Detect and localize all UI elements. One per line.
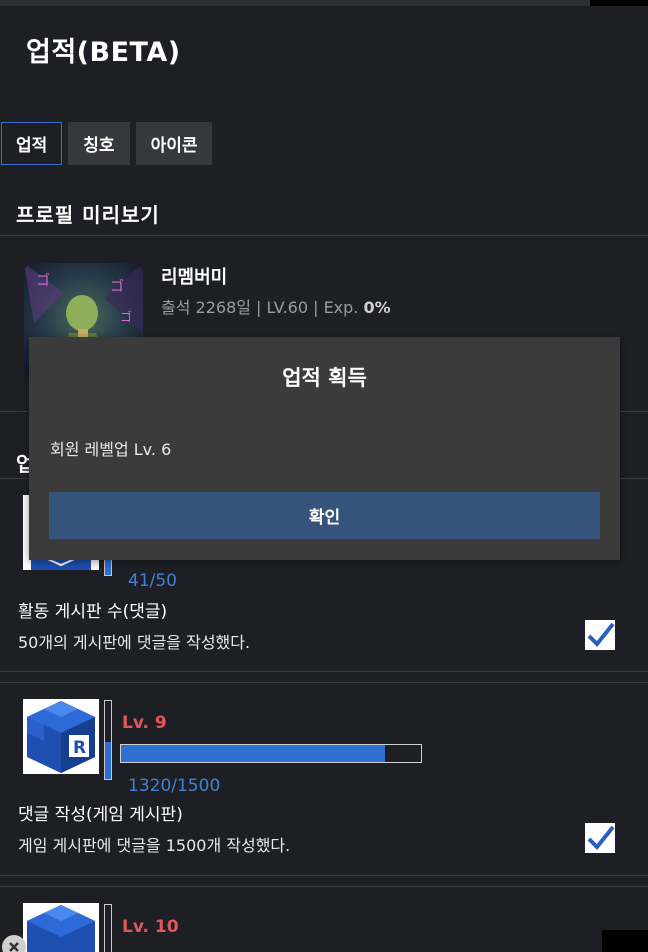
profile-attendance: 출석 2268일 | LV.60 | Exp. (161, 298, 359, 317)
tab-titles[interactable]: 칭호 (68, 122, 130, 165)
profile-stats: 출석 2268일 | LV.60 | Exp. 0% (161, 294, 391, 318)
tab-icons[interactable]: 아이콘 (135, 122, 213, 165)
top-edge-block (590, 0, 648, 6)
svg-text:ゴ: ゴ (120, 309, 132, 324)
achievement-badge-icon: R (23, 699, 99, 774)
svg-text:ゴ: ゴ (36, 272, 50, 289)
achievement-item: Lv. 10 (0, 886, 648, 952)
divider (0, 875, 648, 876)
achievement-progress-fill (121, 745, 385, 762)
achievement-name: 활동 게시판 수(댓글) (18, 602, 168, 622)
achievement-progress-text: 1320/1500 (128, 776, 221, 796)
tab-bar: 업적 칭호 아이콘 (1, 122, 213, 165)
svg-text:ゴ: ゴ (110, 278, 124, 295)
profile-preview-title: 프로필 미리보기 (16, 203, 160, 227)
achievement-level-bar (104, 700, 112, 780)
profile-exp: 0% (363, 298, 391, 317)
achievement-level-bar (104, 904, 112, 952)
achievement-description: 게임 게시판에 댓글을 1500개 작성했다. (18, 836, 291, 855)
achievement-level: Lv. 10 (122, 917, 179, 937)
divider (0, 682, 648, 683)
profile-nickname: 리멤버미 (161, 267, 228, 288)
achievement-level: Lv. 9 (122, 713, 167, 733)
dialog-message: 회원 레벨업 Lv. 6 (50, 440, 172, 459)
top-edge (0, 0, 648, 6)
page-title: 업적(BETA) (26, 37, 181, 68)
achievement-badge-icon (23, 903, 99, 952)
achievement-progress-bar (120, 744, 422, 763)
svg-text:R: R (73, 738, 86, 758)
close-icon[interactable] (2, 935, 26, 952)
dialog-title: 업적 획득 (282, 366, 367, 390)
checkmark-icon (585, 620, 615, 650)
achievement-description: 50개의 게시판에 댓글을 작성했다. (18, 633, 251, 652)
divider (0, 671, 648, 672)
achievement-level-fill (105, 741, 111, 779)
checkmark-icon (585, 823, 615, 853)
tab-achievements[interactable]: 업적 (1, 122, 63, 165)
corner-block (602, 930, 648, 952)
achievement-name: 댓글 작성(게임 게시판) (18, 805, 183, 825)
confirm-button[interactable]: 확인 (49, 492, 600, 539)
achievement-progress-text: 41/50 (128, 571, 177, 591)
achievement-unlocked-dialog: 업적 획득 회원 레벨업 Lv. 6 확인 (29, 337, 620, 560)
